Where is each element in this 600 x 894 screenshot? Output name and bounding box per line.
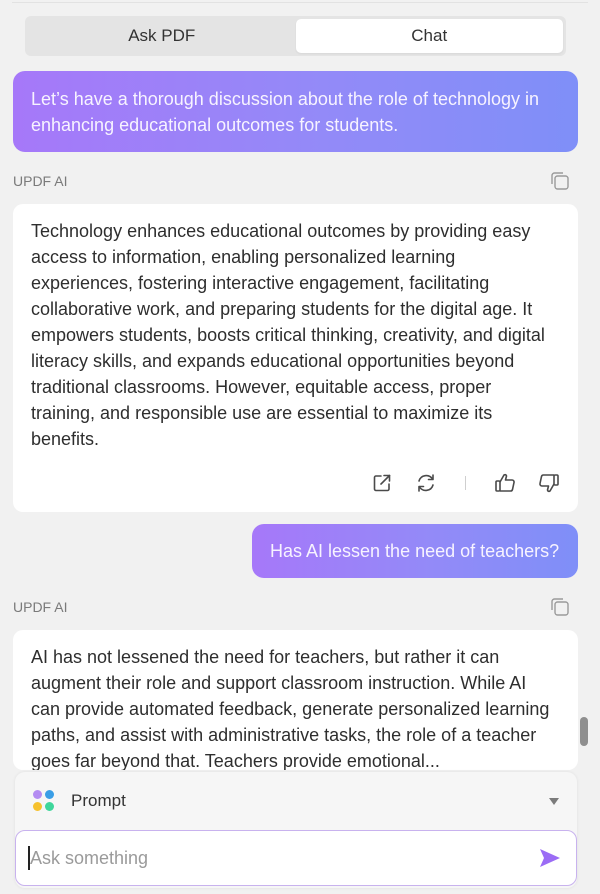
ask-input-container xyxy=(15,830,577,886)
ai-response-card: Technology enhances educational outcomes… xyxy=(13,204,578,512)
composer: Prompt xyxy=(15,772,577,888)
copy-icon[interactable] xyxy=(549,170,571,192)
regenerate-icon[interactable] xyxy=(413,470,439,496)
send-icon xyxy=(540,849,560,867)
mode-tabs: Ask PDF Chat xyxy=(25,16,566,56)
user-message: Let’s have a thorough discussion about t… xyxy=(13,71,578,152)
prompt-label: Prompt xyxy=(71,791,126,810)
prompt-selector[interactable]: Prompt xyxy=(15,772,577,830)
tab-ask-pdf[interactable]: Ask PDF xyxy=(28,19,296,53)
tab-chat[interactable]: Chat xyxy=(295,19,563,53)
ai-response-text: Technology enhances educational outcomes… xyxy=(31,221,545,449)
ai-response-card: AI has not lessened the need for teacher… xyxy=(13,630,578,770)
sender-label: UPDF AI xyxy=(13,173,68,189)
divider xyxy=(12,2,588,3)
thumbs-up-icon[interactable] xyxy=(492,470,518,496)
sender-label: UPDF AI xyxy=(13,599,68,615)
send-button[interactable] xyxy=(536,844,564,872)
chat-panel: Ask PDF Chat Let’s have a thorough discu… xyxy=(0,0,600,894)
thumbs-down-icon[interactable] xyxy=(536,470,562,496)
scrollbar-thumb[interactable] xyxy=(580,717,588,746)
prompt-dots-icon xyxy=(33,790,55,812)
chevron-down-icon xyxy=(549,798,559,805)
copy-icon[interactable] xyxy=(549,596,571,618)
action-separator xyxy=(465,476,466,490)
ask-input[interactable] xyxy=(28,846,536,870)
ai-response-text: AI has not lessened the need for teacher… xyxy=(31,647,550,770)
user-message: Has AI lessen the need of teachers? xyxy=(252,524,578,578)
open-external-icon[interactable] xyxy=(369,470,395,496)
response-actions xyxy=(369,470,562,496)
